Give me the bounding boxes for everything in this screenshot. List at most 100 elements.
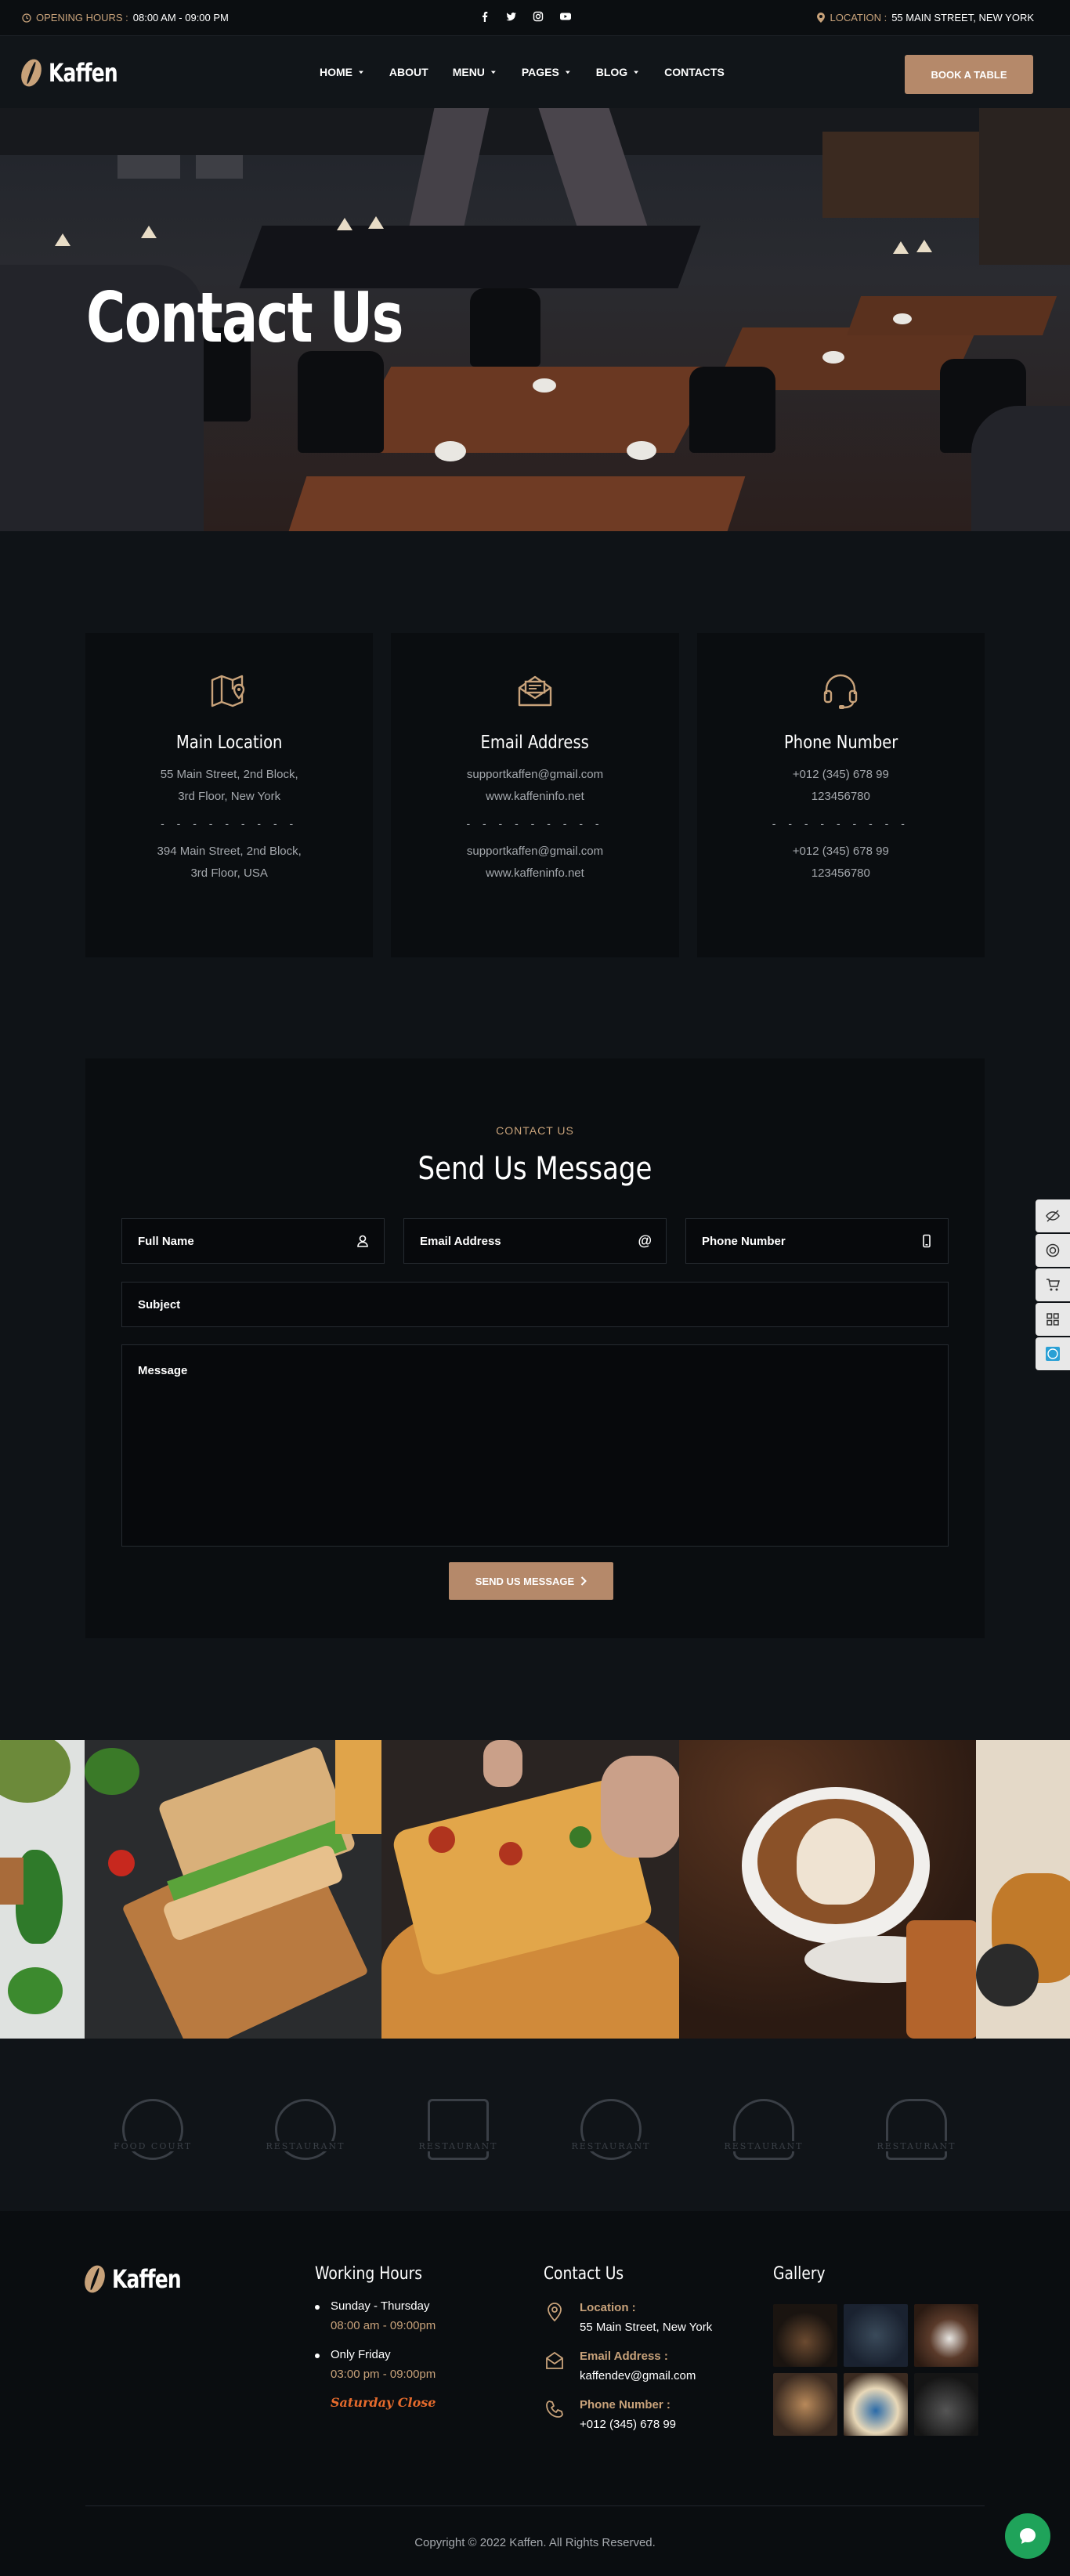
- gallery-thumbnail[interactable]: [914, 2304, 978, 2367]
- chat-bubble-icon: [1020, 2528, 1036, 2544]
- youtube-icon[interactable]: [559, 11, 571, 22]
- info-line: 3rd Floor, USA: [190, 867, 268, 880]
- footer-contact: Contact Us Location : 55 Main Street, New…: [544, 2264, 747, 2431]
- chevron-down-icon: ▼: [489, 69, 497, 75]
- brand-logos: FOOD COURT RESTAURANT RESTAURANT RESTAUR…: [0, 2039, 1070, 2211]
- instagram-icon[interactable]: [533, 11, 544, 22]
- grid-icon[interactable]: [1036, 1303, 1070, 1336]
- full-name-field[interactable]: Full Name: [121, 1218, 385, 1264]
- chat-button[interactable]: [1005, 2513, 1050, 2559]
- gallery-thumbnail[interactable]: [773, 2373, 837, 2436]
- info-card-location: Main Location 55 Main Street, 2nd Block,…: [85, 633, 374, 957]
- logo[interactable]: Kaffen: [17, 56, 137, 90]
- info-line: 123456780: [811, 790, 870, 803]
- gallery-image-sandwich[interactable]: [85, 1740, 382, 2039]
- contact-label: Location :: [580, 2301, 636, 2314]
- nav-contacts[interactable]: CONTACTS: [664, 66, 725, 78]
- brand-logo: FOOD COURT: [98, 2087, 208, 2162]
- cart-icon[interactable]: [1036, 1268, 1070, 1301]
- twitter-icon[interactable]: [506, 11, 517, 22]
- social-links: [479, 11, 571, 22]
- footer-gallery-title: Gallery: [773, 2264, 826, 2284]
- brand-label: RESTAURANT: [415, 2140, 501, 2151]
- nav-menu[interactable]: MENU ▼: [453, 66, 497, 78]
- brand-logo: RESTAURANT: [556, 2087, 666, 2162]
- hero-banner: Contact Us: [0, 108, 1070, 531]
- top-bar: OPENING HOURS : 08:00 AM - 09:00 PM LOCA…: [0, 0, 1070, 36]
- opening-hours-label: OPENING HOURS :: [36, 12, 128, 24]
- mobile-icon: [923, 1234, 931, 1248]
- eye-slash-icon[interactable]: [1036, 1199, 1070, 1232]
- gallery-image-pizza[interactable]: [381, 1740, 679, 2039]
- footer-gallery-grid: [773, 2304, 985, 2436]
- info-card-title: Main Location: [175, 733, 283, 753]
- gallery-thumbnail[interactable]: [914, 2373, 978, 2436]
- gallery-image-pastry[interactable]: [975, 1740, 1070, 2039]
- nav-pages-label: PAGES: [521, 66, 559, 78]
- working-day: Sunday - Thursday: [331, 2299, 430, 2313]
- message-field[interactable]: Message: [121, 1344, 949, 1547]
- nav-about[interactable]: ABOUT: [389, 66, 428, 78]
- footer-contact-title: Contact Us: [544, 2264, 624, 2284]
- envelope-open-icon: [518, 675, 552, 707]
- gallery-thumbnail[interactable]: [773, 2304, 837, 2367]
- header: Kaffen HOME ▼ ABOUT MENU ▼ PAGES ▼ BLOG ▼ CO…: [0, 36, 1070, 108]
- message-placeholder: Message: [138, 1364, 188, 1377]
- chevron-down-icon: ▼: [563, 69, 572, 75]
- email-field[interactable]: Email Address @: [403, 1218, 667, 1264]
- chevron-down-icon: ▼: [357, 69, 365, 75]
- working-hours: Working Hours Sunday - Thursday 08:00 am …: [315, 2264, 503, 2410]
- full-name-placeholder: Full Name: [138, 1234, 194, 1248]
- gallery-image-latte[interactable]: [678, 1740, 976, 2039]
- user-icon: [357, 1235, 368, 1247]
- footer-logo-text: Kaffen: [112, 2264, 182, 2294]
- contact-value[interactable]: +012 (345) 678 99: [580, 2418, 676, 2431]
- nav-home[interactable]: HOME ▼: [320, 66, 365, 78]
- contact-info-cards: Main Location 55 Main Street, 2nd Block,…: [85, 633, 985, 957]
- footer-logo[interactable]: Kaffen: [81, 2262, 201, 2296]
- coffee-bean-icon: [17, 56, 45, 90]
- top-location-label: LOCATION :: [830, 12, 887, 24]
- footer-contact-item: Email Address : kaffendev@gmail.com: [544, 2350, 747, 2382]
- gallery-image-salad[interactable]: [0, 1740, 85, 2039]
- top-location-value: 55 MAIN STREET, NEW YORK: [891, 12, 1034, 24]
- send-message-button[interactable]: SEND US MESSAGE: [449, 1562, 613, 1600]
- working-time: 08:00 am - 09:00pm: [331, 2319, 436, 2332]
- map-icon: [211, 675, 244, 707]
- brand-label: RESTAURANT: [262, 2140, 349, 2151]
- contact-label: Email Address :: [580, 2350, 668, 2363]
- divider: - - - - - - - - -: [772, 817, 909, 830]
- gallery-thumbnail[interactable]: [844, 2304, 908, 2367]
- brand-label: FOOD COURT: [110, 2140, 196, 2151]
- facebook-icon[interactable]: [479, 11, 490, 22]
- nav-pages[interactable]: PAGES ▼: [522, 66, 572, 78]
- nav-about-label: ABOUT: [389, 66, 428, 78]
- footer-gallery: Gallery: [773, 2264, 985, 2436]
- nav-contacts-label: CONTACTS: [664, 66, 725, 78]
- brand-logo: RESTAURANT: [709, 2087, 819, 2162]
- divider: - - - - - - - - -: [161, 817, 298, 830]
- contact-value[interactable]: kaffendev@gmail.com: [580, 2369, 696, 2382]
- footer-divider: [85, 2505, 985, 2506]
- footer-contact-item: Phone Number : +012 (345) 678 99: [544, 2398, 747, 2431]
- nav-blog[interactable]: BLOG ▼: [596, 66, 640, 78]
- subject-field[interactable]: Subject: [121, 1282, 949, 1327]
- info-card-line: supportkaffen@gmail.com www.kaffeninfo.ne…: [391, 764, 678, 808]
- info-line: 394 Main Street, 2nd Block,: [157, 845, 302, 858]
- chevron-right-icon: [580, 1576, 587, 1586]
- wordpress-icon[interactable]: [1036, 1337, 1070, 1370]
- support-icon[interactable]: [1036, 1234, 1070, 1267]
- footer: Kaffen Working Hours Sunday - Thursday 08…: [0, 2211, 1070, 2576]
- form-eyebrow: CONTACT US: [496, 1124, 574, 1137]
- gallery-thumbnail[interactable]: [844, 2373, 908, 2436]
- list-item: Sunday - Thursday 08:00 am - 09:00pm: [315, 2299, 503, 2332]
- subject-placeholder: Subject: [138, 1297, 181, 1312]
- phone-field[interactable]: Phone Number: [685, 1218, 949, 1264]
- info-card-title: Email Address: [480, 733, 590, 753]
- info-line: supportkaffen@gmail.com: [466, 768, 604, 781]
- top-location: LOCATION : 55 MAIN STREET, NEW YORK: [817, 12, 1034, 24]
- info-line: www.kaffeninfo.net: [486, 867, 584, 880]
- book-a-table-button[interactable]: BOOK A TABLE: [905, 55, 1033, 94]
- info-card-phone: Phone Number +012 (345) 678 99 123456780 …: [696, 633, 985, 957]
- brand-logo: RESTAURANT: [403, 2087, 513, 2162]
